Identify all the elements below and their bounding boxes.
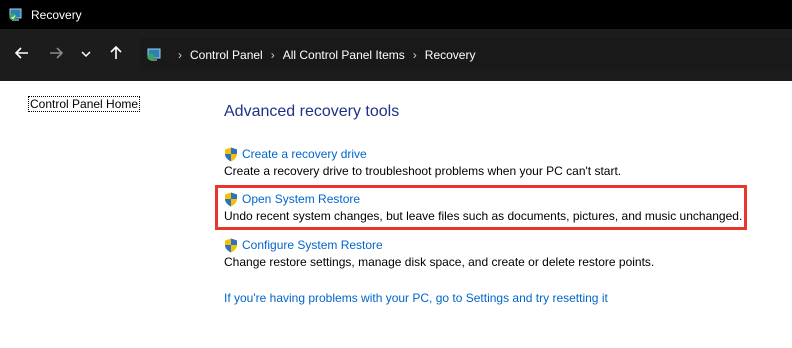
address-bar[interactable]: › Control Panel › All Control Panel Item… — [140, 38, 792, 71]
create-recovery-drive-link[interactable]: Create a recovery drive — [224, 147, 621, 162]
task-label[interactable]: Create a recovery drive — [242, 147, 367, 162]
task-description: Create a recovery drive to troubleshoot … — [224, 164, 622, 178]
task-configure-system-restore: Configure System Restore Change restore … — [224, 238, 654, 270]
back-button[interactable] — [8, 41, 36, 69]
breadcrumb-separator: › — [178, 47, 182, 62]
uac-shield-icon — [224, 147, 238, 162]
breadcrumb-all-items[interactable]: All Control Panel Items — [283, 48, 405, 62]
breadcrumb-separator: › — [412, 47, 417, 62]
control-panel-icon — [146, 47, 162, 63]
forward-button[interactable] — [42, 41, 70, 69]
recent-locations-button[interactable] — [72, 41, 100, 69]
breadcrumb-separator: › — [270, 47, 275, 62]
arrow-right-icon — [48, 45, 64, 66]
window-title: Recovery — [31, 7, 82, 22]
arrow-up-icon — [108, 45, 124, 66]
up-button[interactable] — [102, 41, 130, 69]
arrow-left-icon — [14, 45, 30, 66]
task-description: Change restore settings, manage disk spa… — [224, 255, 655, 269]
task-label[interactable]: Configure System Restore — [242, 238, 383, 253]
highlight-box — [215, 185, 747, 230]
task-create-recovery-drive: Create a recovery drive Create a recover… — [224, 147, 621, 179]
breadcrumb-recovery[interactable]: Recovery — [425, 48, 476, 62]
title-bar: Recovery — [0, 0, 792, 29]
left-pane: Control Panel Home — [0, 81, 205, 348]
breadcrumb-control-panel[interactable]: Control Panel — [190, 48, 263, 62]
recovery-app-icon — [9, 8, 23, 22]
control-panel-home-link[interactable]: Control Panel Home — [28, 96, 141, 112]
reset-pc-settings-link[interactable]: If you're having problems with your PC, … — [224, 291, 608, 305]
uac-shield-icon — [224, 238, 238, 253]
navigation-bar: › Control Panel › All Control Panel Item… — [0, 29, 792, 81]
page-title: Advanced recovery tools — [224, 103, 400, 120]
configure-system-restore-link[interactable]: Configure System Restore — [224, 238, 654, 253]
chevron-down-icon — [80, 48, 92, 63]
